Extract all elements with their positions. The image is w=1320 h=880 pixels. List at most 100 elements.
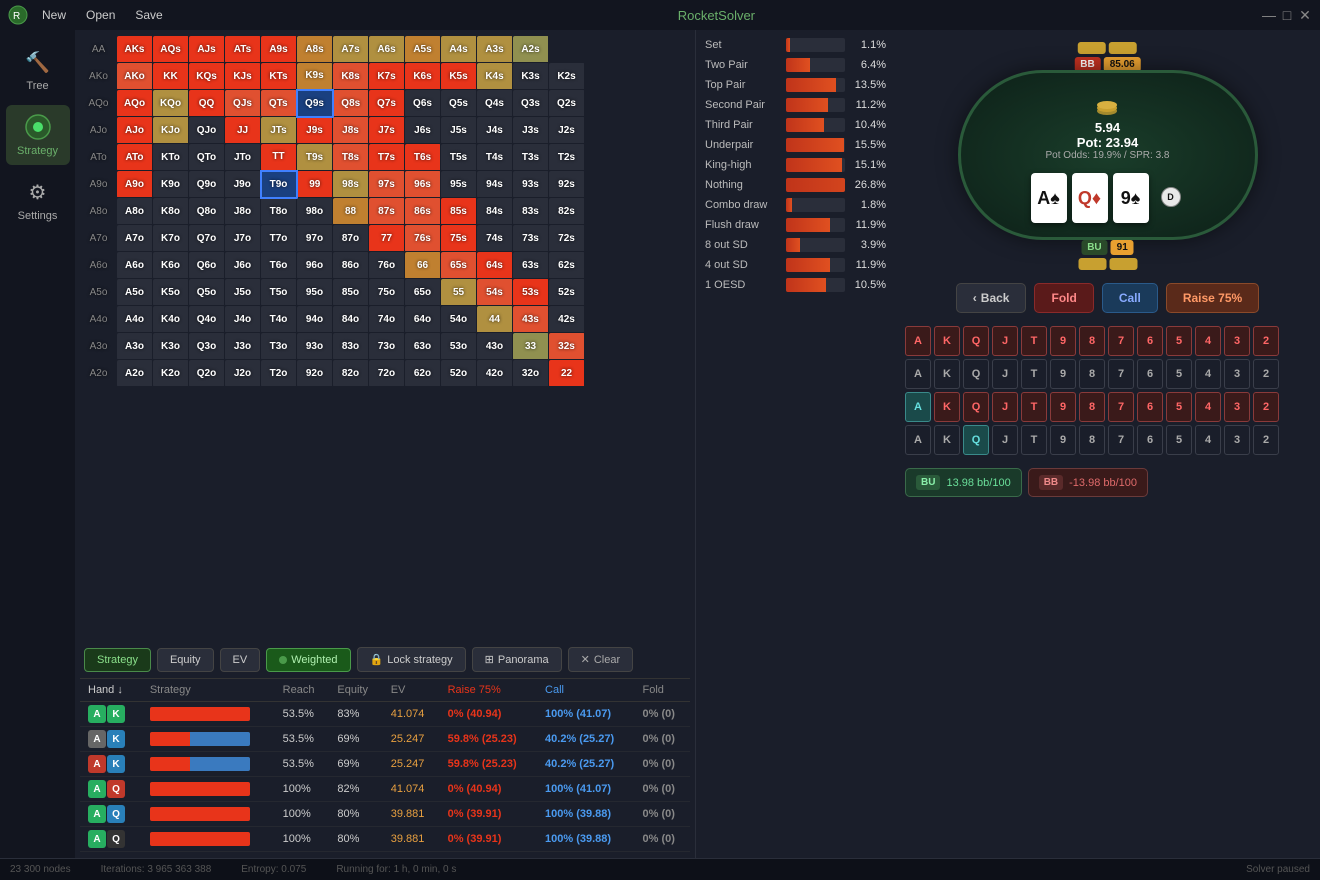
grid-cell[interactable]: 54o (441, 306, 477, 333)
grid-cell[interactable]: A3s (477, 36, 513, 63)
ev-tab[interactable]: EV (220, 648, 261, 672)
grid-cell[interactable]: KTo (153, 144, 189, 171)
grid-cell[interactable]: K3s (513, 63, 549, 90)
distribution-item[interactable]: Two Pair6.4% (701, 55, 890, 75)
grid-cell[interactable]: A3o (117, 333, 153, 360)
grid-cell[interactable]: J3o (225, 333, 261, 360)
grid-cell[interactable]: 82o (333, 360, 369, 387)
grid-cell[interactable]: J4s (477, 117, 513, 144)
grid-cell[interactable]: 66 (405, 252, 441, 279)
table-row[interactable]: AQ100%82%41.0740% (40.94)100% (41.07)0% … (80, 777, 690, 802)
selector-card[interactable]: K (934, 326, 960, 356)
grid-cell[interactable]: J2o (225, 360, 261, 387)
grid-cell[interactable]: 83s (513, 198, 549, 225)
selector-card[interactable]: 8 (1079, 392, 1105, 422)
clear-button[interactable]: ✕ Clear (568, 647, 634, 672)
selector-card[interactable]: 5 (1166, 359, 1192, 389)
grid-cell[interactable]: KK (153, 63, 189, 90)
distribution-item[interactable]: Combo draw1.8% (701, 195, 890, 215)
selector-card[interactable]: 2 (1253, 326, 1279, 356)
grid-cell[interactable]: J7o (225, 225, 261, 252)
distribution-item[interactable]: Second Pair11.2% (701, 95, 890, 115)
table-row[interactable]: AK53.5%69%25.24759.8% (25.23)40.2% (25.2… (80, 727, 690, 752)
selector-card[interactable]: J (992, 359, 1018, 389)
sidebar-item-strategy[interactable]: Strategy (6, 105, 70, 165)
selector-card[interactable]: A (905, 359, 931, 389)
selector-card[interactable]: 5 (1166, 326, 1192, 356)
grid-cell[interactable]: 42s (549, 306, 585, 333)
call-button[interactable]: Call (1102, 283, 1158, 313)
grid-cell[interactable]: 72s (549, 225, 585, 252)
grid-cell[interactable]: K2s (549, 63, 585, 90)
grid-cell[interactable]: AJs (189, 36, 225, 63)
grid-cell[interactable]: Q5o (189, 279, 225, 306)
grid-cell[interactable]: Q7o (189, 225, 225, 252)
grid-cell[interactable]: 75s (441, 225, 477, 252)
grid-cell[interactable]: 53o (441, 333, 477, 360)
selector-card[interactable]: 6 (1137, 425, 1163, 455)
grid-cell[interactable]: 32s (549, 333, 585, 360)
selector-card[interactable]: A (905, 425, 931, 455)
grid-cell[interactable]: AJo (117, 117, 153, 144)
grid-cell[interactable]: K4o (153, 306, 189, 333)
selector-card[interactable]: 3 (1224, 392, 1250, 422)
grid-cell[interactable]: AKs (117, 36, 153, 63)
selector-card[interactable]: 8 (1079, 359, 1105, 389)
grid-cell[interactable]: JTo (225, 144, 261, 171)
grid-cell[interactable]: J9s (297, 117, 333, 144)
grid-cell[interactable]: QTs (261, 90, 297, 117)
selector-card[interactable]: Q (963, 359, 989, 389)
grid-cell[interactable]: 54s (477, 279, 513, 306)
selector-card[interactable]: 9 (1050, 425, 1076, 455)
selector-card[interactable]: 8 (1079, 425, 1105, 455)
grid-cell[interactable]: A9s (261, 36, 297, 63)
selector-card[interactable]: K (934, 425, 960, 455)
grid-cell[interactable]: 55 (441, 279, 477, 306)
grid-cell[interactable]: A4o (117, 306, 153, 333)
selector-card[interactable]: T (1021, 326, 1047, 356)
col-call[interactable]: Call (537, 679, 634, 702)
grid-cell[interactable]: TT (261, 144, 297, 171)
selector-card[interactable]: K (934, 392, 960, 422)
grid-cell[interactable]: 76s (405, 225, 441, 252)
selector-card[interactable]: 6 (1137, 326, 1163, 356)
selector-card[interactable]: 7 (1108, 392, 1134, 422)
selector-card[interactable]: 4 (1195, 425, 1221, 455)
table-row[interactable]: AK53.5%69%25.24759.8% (25.23)40.2% (25.2… (80, 752, 690, 777)
grid-cell[interactable]: 87s (369, 198, 405, 225)
grid-cell[interactable]: Q2o (189, 360, 225, 387)
grid-cell[interactable]: J2s (549, 117, 585, 144)
selector-card[interactable]: 2 (1253, 359, 1279, 389)
grid-cell[interactable]: 94s (477, 171, 513, 198)
grid-cell[interactable]: T2o (261, 360, 297, 387)
grid-cell[interactable]: T5s (441, 144, 477, 171)
back-button[interactable]: ‹ Back (956, 283, 1027, 313)
grid-cell[interactable]: T6o (261, 252, 297, 279)
grid-cell[interactable]: A2s (513, 36, 549, 63)
grid-cell[interactable]: T9s (297, 144, 333, 171)
grid-cell[interactable]: J6o (225, 252, 261, 279)
grid-cell[interactable]: 65o (405, 279, 441, 306)
selector-card[interactable]: 3 (1224, 425, 1250, 455)
grid-cell[interactable]: KQo (153, 90, 189, 117)
grid-cell[interactable]: Q9s (297, 90, 333, 117)
selector-card[interactable]: J (992, 425, 1018, 455)
col-ev[interactable]: EV (383, 679, 440, 702)
distribution-item[interactable]: Third Pair10.4% (701, 115, 890, 135)
grid-cell[interactable]: K8o (153, 198, 189, 225)
grid-cell[interactable]: Q8s (333, 90, 369, 117)
selector-card[interactable]: T (1021, 359, 1047, 389)
grid-cell[interactable]: AQs (153, 36, 189, 63)
grid-cell[interactable]: 84s (477, 198, 513, 225)
grid-cell[interactable]: 63o (405, 333, 441, 360)
grid-cell[interactable]: AQo (117, 90, 153, 117)
distribution-item[interactable]: 1 OESD10.5% (701, 275, 890, 295)
grid-cell[interactable]: 42o (477, 360, 513, 387)
grid-cell[interactable]: 44 (477, 306, 513, 333)
grid-cell[interactable]: J4o (225, 306, 261, 333)
grid-cell[interactable]: Q6o (189, 252, 225, 279)
grid-cell[interactable]: 62s (549, 252, 585, 279)
col-strategy[interactable]: Strategy (142, 679, 275, 702)
grid-cell[interactable]: 85s (441, 198, 477, 225)
grid-cell[interactable]: T7s (369, 144, 405, 171)
